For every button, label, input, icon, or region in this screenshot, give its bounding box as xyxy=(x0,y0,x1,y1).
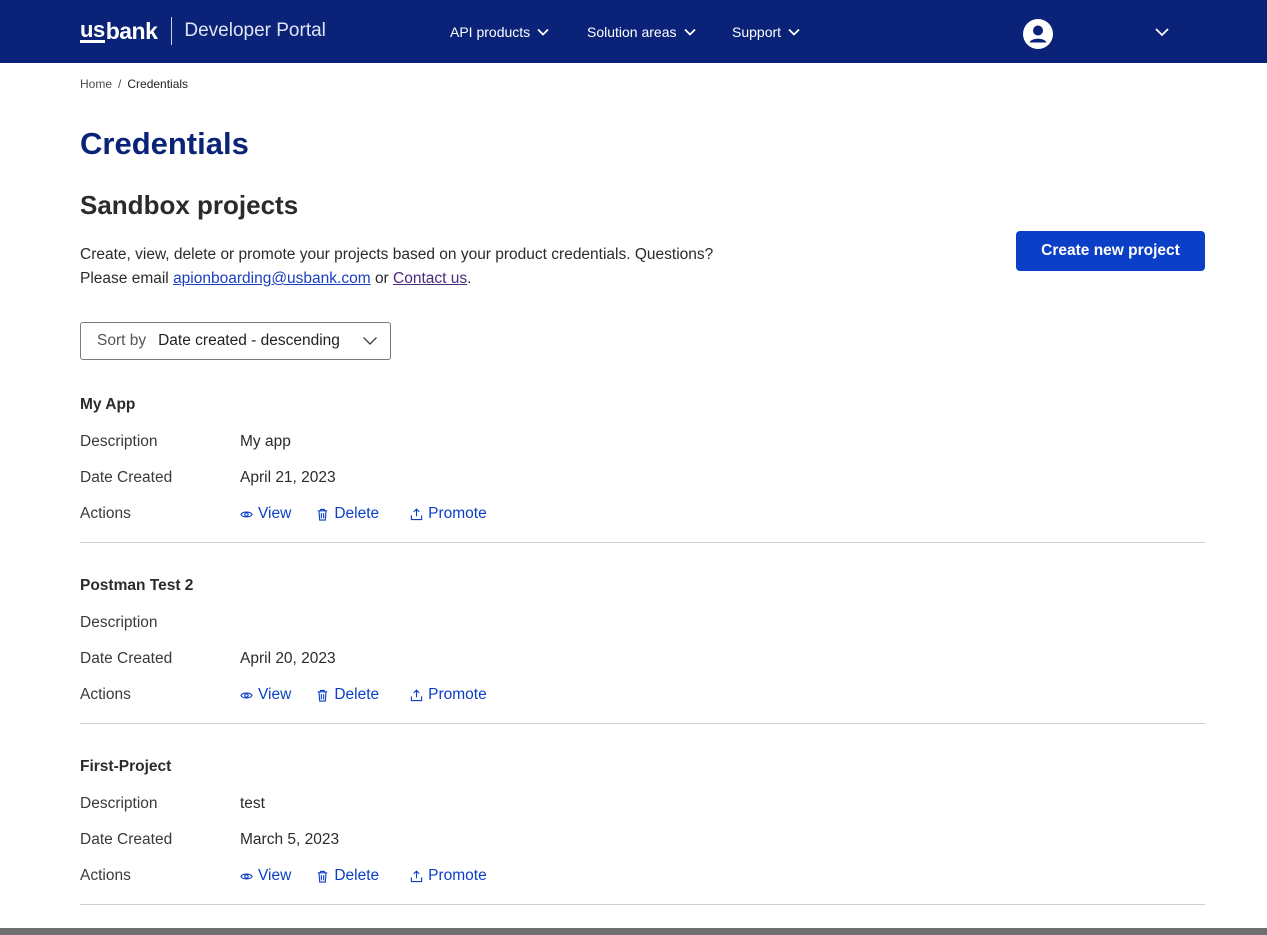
breadcrumb-current: Credentials xyxy=(127,77,189,91)
nav-solution-areas[interactable]: Solution areas xyxy=(587,0,697,63)
upload-icon xyxy=(410,507,423,520)
trash-icon xyxy=(318,870,328,883)
intro-end: . xyxy=(467,270,472,287)
delete-label: Delete xyxy=(334,867,380,884)
project-date-created: April 20, 2023 xyxy=(240,650,336,667)
email-link[interactable]: apionboarding@usbank.com xyxy=(173,270,371,287)
delete-label: Delete xyxy=(334,686,380,703)
actions-group: View Delete Promote xyxy=(240,867,487,885)
project-name: Postman Test 2 xyxy=(80,577,194,594)
project-date-row: Date Created April 20, 2023 xyxy=(80,650,1205,672)
project-date-row: Date Created March 5, 2023 xyxy=(80,831,1205,853)
project-date-row: Date Created April 21, 2023 xyxy=(80,469,1205,491)
logo-bank: bank xyxy=(105,17,158,44)
nav-support[interactable]: Support xyxy=(732,0,801,63)
breadcrumb-home[interactable]: Home xyxy=(80,77,112,91)
actions-label: Actions xyxy=(80,505,131,522)
chevron-down-icon xyxy=(537,28,549,36)
portal-name: Developer Portal xyxy=(184,20,326,41)
section-title: Sandbox projects xyxy=(80,190,299,220)
sort-select[interactable]: Sort by Date created - descending xyxy=(80,322,391,360)
project-description: test xyxy=(240,795,265,812)
delete-button[interactable]: Delete xyxy=(316,505,379,523)
project-name: My App xyxy=(80,396,136,413)
project-actions-row: Actions View Delete Promote xyxy=(80,867,1205,889)
description-label: Description xyxy=(80,614,158,631)
project-description: My app xyxy=(240,433,291,450)
trash-icon xyxy=(318,689,328,702)
divider xyxy=(80,542,1205,543)
breadcrumb: Home / Credentials xyxy=(80,77,188,91)
contact-us-link[interactable]: Contact us xyxy=(393,270,467,287)
trash-icon xyxy=(318,508,328,521)
actions-group: View Delete Promote xyxy=(240,686,487,704)
divider xyxy=(80,723,1205,724)
promote-label: Promote xyxy=(428,505,487,522)
project-description-row: Description xyxy=(80,614,1205,636)
upload-icon xyxy=(410,688,423,701)
delete-button[interactable]: Delete xyxy=(316,867,379,885)
date-created-label: Date Created xyxy=(80,469,173,486)
actions-group: View Delete Promote xyxy=(240,505,487,523)
view-label: View xyxy=(258,505,292,522)
view-button[interactable]: View xyxy=(240,867,291,885)
account-name-redacted xyxy=(1063,24,1153,44)
promote-button[interactable]: Promote xyxy=(410,867,487,885)
project-actions-row: Actions View Delete Promote xyxy=(80,505,1205,527)
project-actions-row: Actions View Delete Promote xyxy=(80,686,1205,708)
upload-icon xyxy=(410,869,423,882)
breadcrumb-separator: / xyxy=(118,77,122,91)
date-created-label: Date Created xyxy=(80,831,173,848)
divider xyxy=(80,904,1205,905)
user-avatar-icon xyxy=(1023,19,1053,49)
promote-button[interactable]: Promote xyxy=(410,505,487,523)
promote-label: Promote xyxy=(428,867,487,884)
delete-button[interactable]: Delete xyxy=(316,686,379,704)
project-description-row: Description My app xyxy=(80,433,1205,455)
sort-label: Sort by xyxy=(97,332,147,349)
window-bottom-edge xyxy=(0,928,1267,935)
nav-solution-areas-label: Solution areas xyxy=(587,23,677,40)
actions-label: Actions xyxy=(80,867,131,884)
top-nav-bar: us bank Developer Portal API products So… xyxy=(0,0,1267,63)
account-menu[interactable] xyxy=(1023,19,1153,49)
chevron-down-icon xyxy=(788,28,800,36)
intro-or: or xyxy=(374,270,389,287)
project-date-created: April 21, 2023 xyxy=(240,469,336,486)
logo-divider xyxy=(171,17,173,45)
promote-button[interactable]: Promote xyxy=(410,686,487,704)
intro-text: Create, view, delete or promote your pro… xyxy=(80,243,780,291)
project-date-created: March 5, 2023 xyxy=(240,831,340,848)
delete-label: Delete xyxy=(334,505,380,522)
date-created-label: Date Created xyxy=(80,650,173,667)
eye-icon xyxy=(240,692,253,698)
view-label: View xyxy=(258,686,292,703)
description-label: Description xyxy=(80,433,158,450)
intro-line-1: Create, view, delete or promote your pro… xyxy=(80,246,714,263)
usbank-logo[interactable]: us bank Developer Portal xyxy=(80,16,326,46)
view-button[interactable]: View xyxy=(240,686,291,704)
chevron-down-icon xyxy=(683,28,696,36)
create-new-project-button[interactable]: Create new project xyxy=(1016,231,1205,271)
actions-label: Actions xyxy=(80,686,131,703)
view-button[interactable]: View xyxy=(240,505,291,523)
nav-api-products[interactable]: API products xyxy=(450,0,550,63)
nav-support-label: Support xyxy=(732,23,782,40)
eye-icon xyxy=(240,873,253,879)
project-name: First-Project xyxy=(80,758,172,775)
promote-label: Promote xyxy=(428,686,487,703)
account-chevron-down-icon[interactable] xyxy=(1154,25,1170,39)
sort-value: Date created - descending xyxy=(158,332,340,349)
logo-us: us xyxy=(80,16,105,43)
page-title: Credentials xyxy=(80,126,249,161)
project-description-row: Description test xyxy=(80,795,1205,817)
chevron-down-icon xyxy=(363,337,377,345)
eye-icon xyxy=(240,511,253,517)
description-label: Description xyxy=(80,795,158,812)
intro-line-2-prefix: Please email xyxy=(80,270,169,287)
nav-api-products-label: API products xyxy=(450,23,531,40)
view-label: View xyxy=(258,867,292,884)
